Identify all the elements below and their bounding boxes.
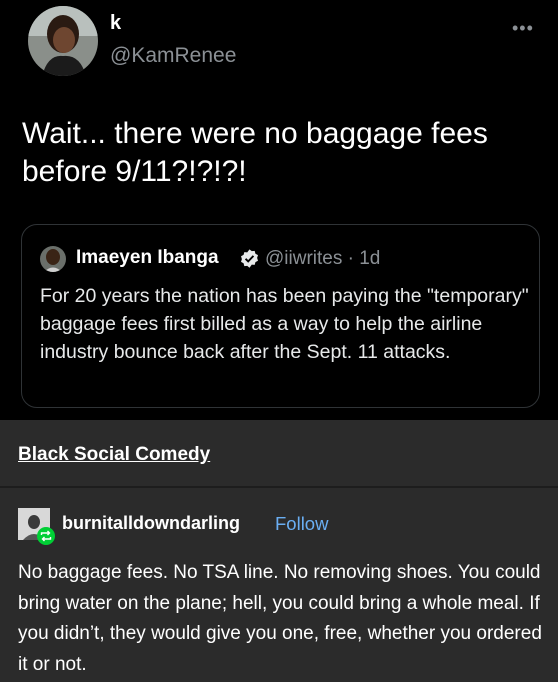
quoted-avatar[interactable] bbox=[40, 246, 66, 272]
tumblr-post: Black Social Comedy burnitalldowndarling… bbox=[0, 420, 558, 682]
tweet-text: Wait... there were no baggage fees befor… bbox=[22, 117, 488, 188]
quoted-author[interactable]: Imaeyen Ibanga bbox=[76, 247, 219, 269]
avatar[interactable] bbox=[28, 6, 98, 76]
reblog-text: No baggage fees. No TSA line. No removin… bbox=[18, 562, 542, 675]
reblogger-username[interactable]: burnitalldowndarling bbox=[62, 513, 240, 534]
divider bbox=[0, 486, 558, 488]
quoted-handle-time: @iiwrites · 1d bbox=[265, 248, 381, 269]
quoted-tweet[interactable]: Imaeyen Ibanga @iiwrites · 1d For 20 yea… bbox=[21, 224, 540, 408]
follow-button[interactable]: Follow bbox=[275, 513, 328, 535]
reblogger-avatar[interactable] bbox=[18, 508, 56, 546]
tweet-card: k @KamRenee ••• Wait... there were no ba… bbox=[0, 0, 558, 420]
blog-title-link[interactable]: Black Social Comedy bbox=[18, 444, 210, 466]
more-dots-icon[interactable]: ••• bbox=[512, 18, 534, 39]
reblog-icon bbox=[37, 527, 55, 545]
quoted-text: For 20 years the nation has been paying … bbox=[40, 285, 529, 363]
display-name[interactable]: k bbox=[110, 12, 121, 35]
verified-badge-icon bbox=[241, 249, 258, 268]
username-handle[interactable]: @KamRenee bbox=[110, 44, 236, 68]
